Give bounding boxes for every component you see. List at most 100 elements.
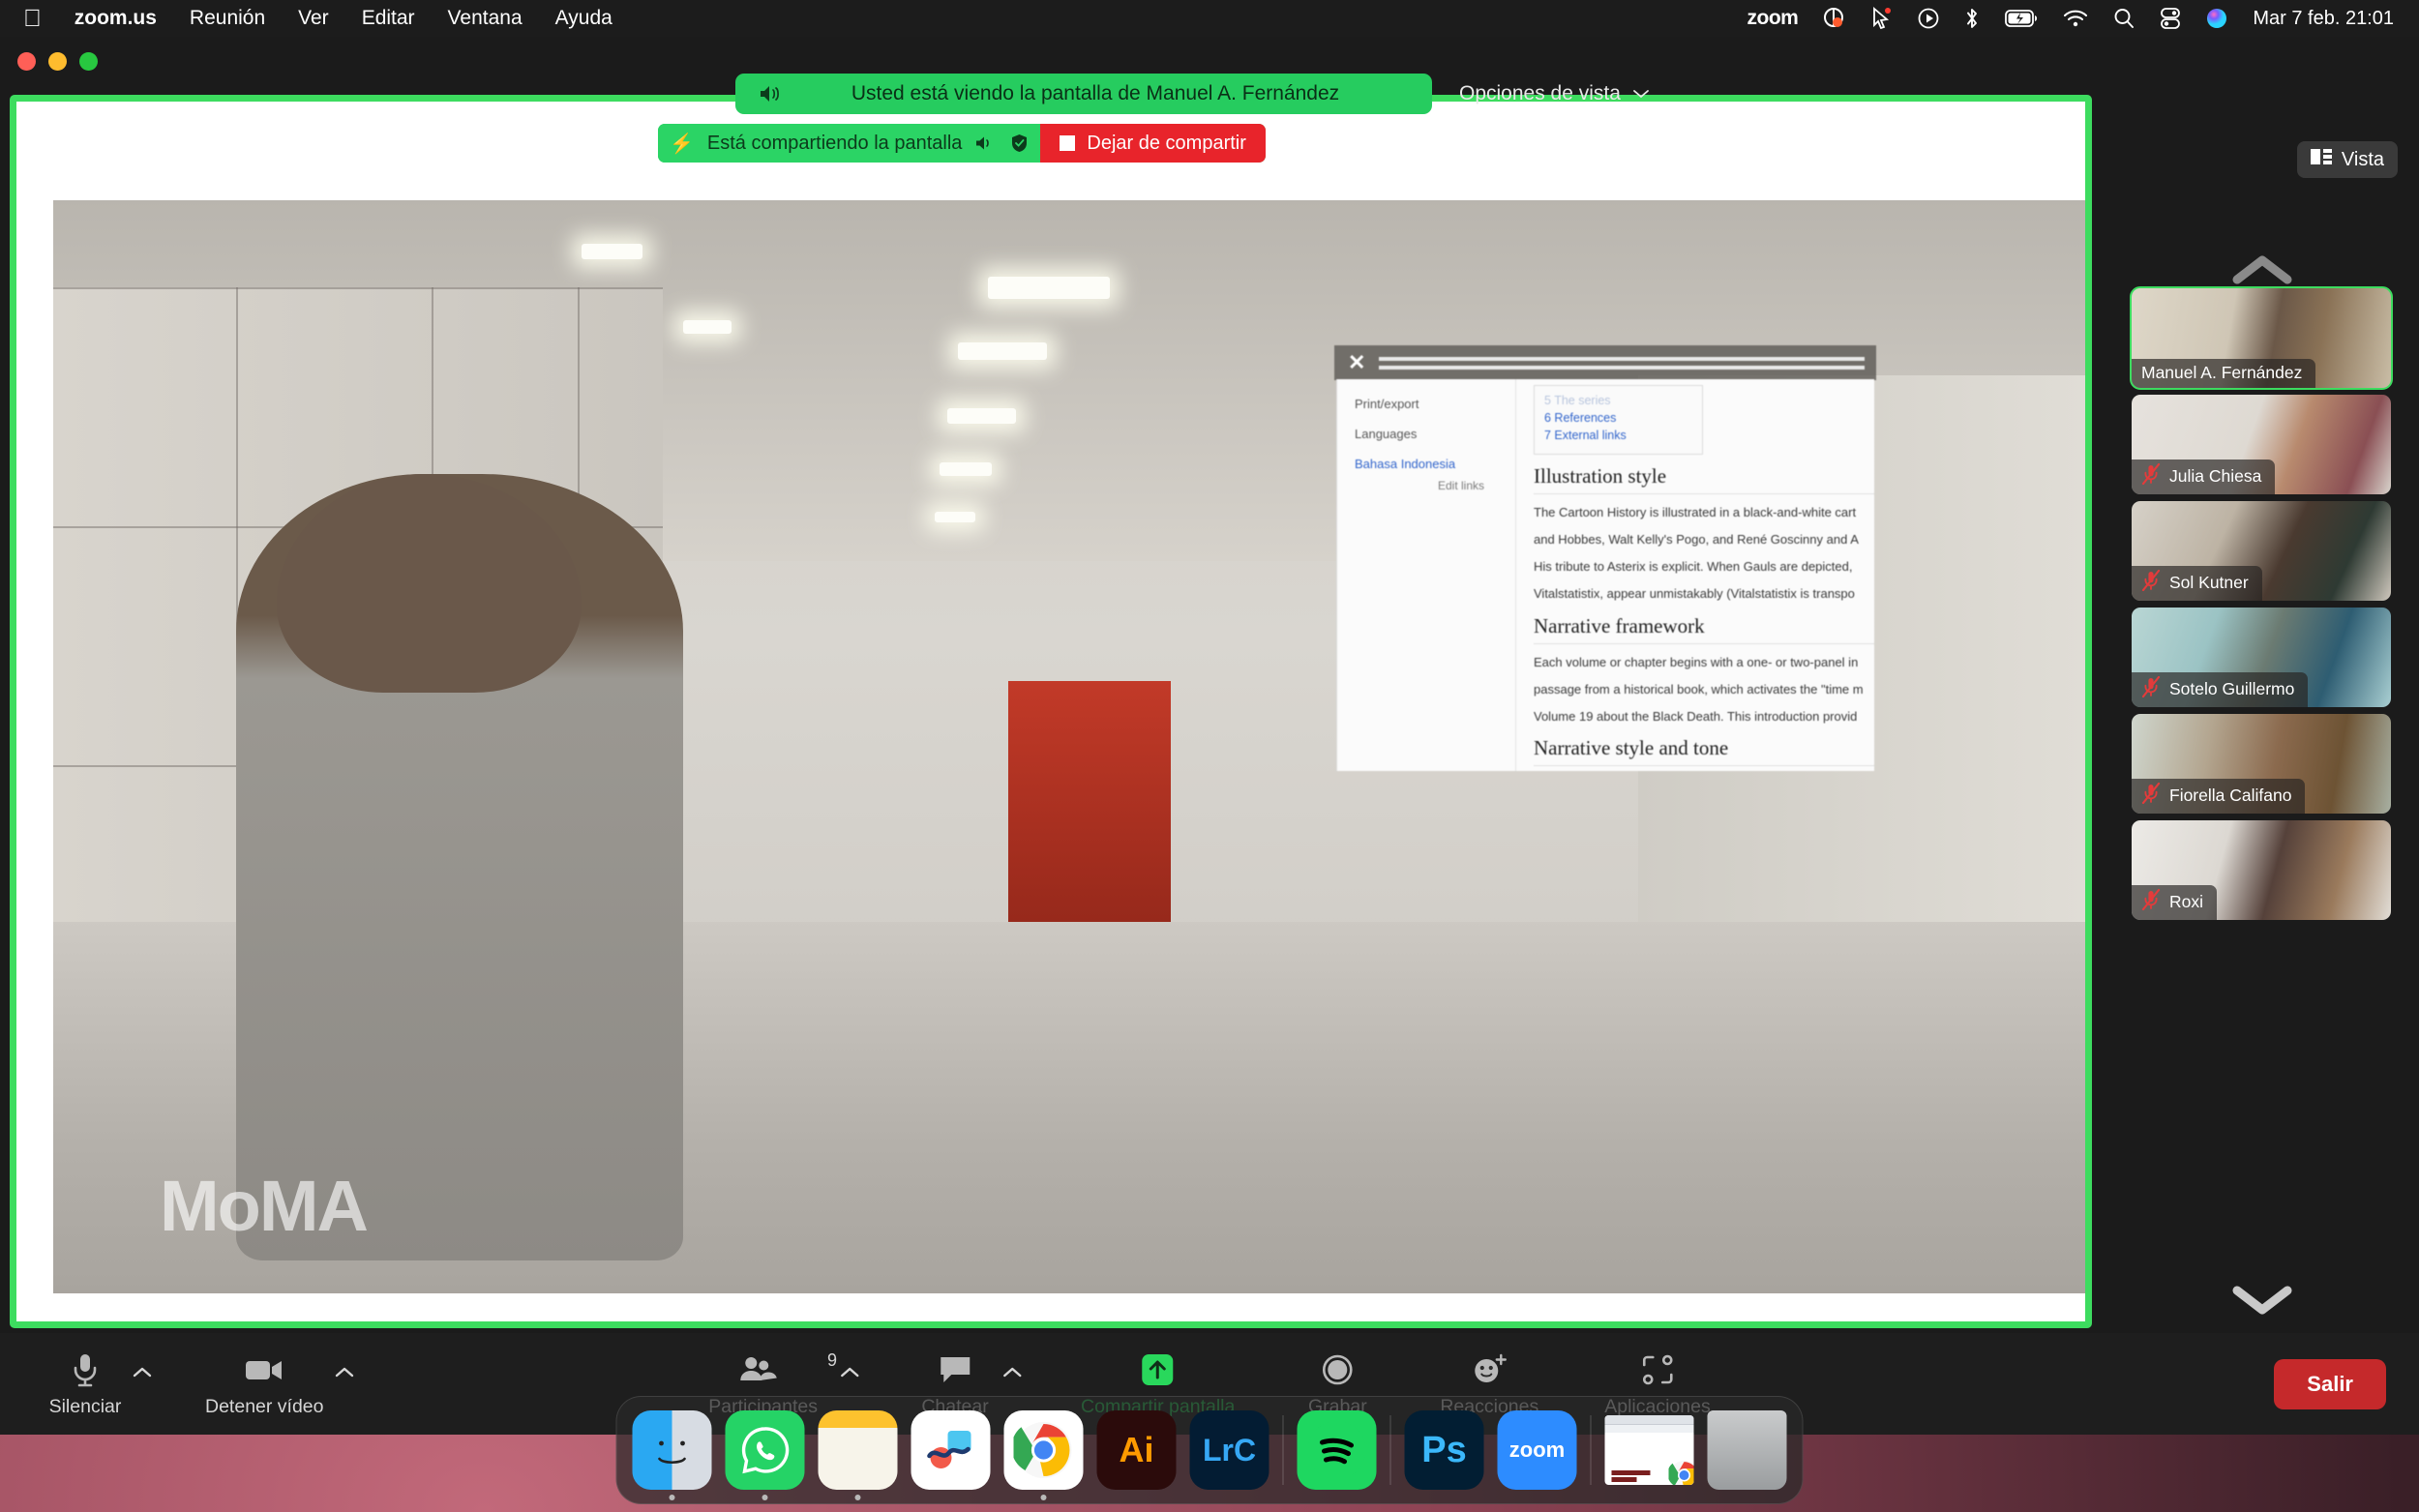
participant-name: Roxi bbox=[2169, 892, 2204, 911]
participant-tile[interactable]: Fiorella Califano bbox=[2132, 714, 2391, 814]
lightroom-icon[interactable]: LrC bbox=[1189, 1410, 1269, 1490]
wikipedia-overlay-window[interactable]: ✕ Print/export Languages Bahasa Indonesi… bbox=[1334, 345, 1876, 771]
bluetooth-icon[interactable] bbox=[1964, 7, 1980, 30]
siri-icon[interactable] bbox=[2206, 8, 2227, 29]
speaker-icon[interactable] bbox=[975, 134, 997, 152]
spotlight-search-icon[interactable] bbox=[2113, 8, 2135, 29]
photoshop-icon[interactable]: Ps bbox=[1404, 1410, 1484, 1490]
running-indicator bbox=[854, 1495, 861, 1500]
video-control-group[interactable]: Detener vídeo bbox=[197, 1350, 355, 1418]
control-center-icon[interactable] bbox=[2160, 7, 2181, 30]
participant-tile[interactable]: Roxi bbox=[2132, 820, 2391, 920]
participant-tile[interactable]: Sol Kutner bbox=[2132, 501, 2391, 601]
participants-options-chevron-icon[interactable] bbox=[839, 1364, 860, 1383]
stop-video-button[interactable]: Detener vídeo bbox=[197, 1350, 332, 1418]
running-indicator bbox=[669, 1495, 675, 1500]
section-heading: Narrative framework bbox=[1534, 614, 1874, 644]
dock-separator bbox=[1389, 1415, 1391, 1485]
sidebar-print-export[interactable]: Print/export bbox=[1355, 397, 1504, 411]
participant-name-bar: Roxi bbox=[2132, 885, 2218, 920]
sidebar-edit-links[interactable]: Edit links bbox=[1355, 479, 1504, 492]
scroll-up-chevron-icon[interactable] bbox=[2105, 254, 2419, 290]
shield-check-icon[interactable] bbox=[1010, 133, 1029, 153]
maximize-window-button[interactable] bbox=[79, 52, 98, 71]
spotify-icon[interactable] bbox=[1297, 1410, 1377, 1490]
notes-icon[interactable] bbox=[818, 1410, 898, 1500]
chrome-minimized-window[interactable] bbox=[1604, 1415, 1694, 1485]
participant-tile[interactable]: Manuel A. Fernández bbox=[2130, 286, 2393, 390]
ceiling-light bbox=[957, 341, 1047, 360]
layout-view-icon bbox=[2310, 148, 2332, 171]
menu-item-ver[interactable]: Ver bbox=[298, 7, 329, 30]
menu-item-zoom-us[interactable]: zoom.us bbox=[75, 7, 157, 30]
toc-entry[interactable]: 7 External links bbox=[1544, 429, 1692, 442]
video-options-chevron-icon[interactable] bbox=[334, 1364, 355, 1383]
reactions-icon bbox=[1471, 1350, 1508, 1389]
mute-button[interactable]: Silenciar bbox=[41, 1350, 130, 1418]
zoom-menubar-icon[interactable]: zoom bbox=[1747, 7, 1799, 30]
scroll-down-chevron-icon[interactable] bbox=[2105, 1285, 2419, 1320]
freeform-icon[interactable] bbox=[911, 1410, 991, 1490]
section-paragraph: Vitalstatistix, appear unmistakably (Vit… bbox=[1534, 586, 1855, 602]
close-window-button[interactable] bbox=[17, 52, 36, 71]
section-paragraph: and Hobbes, Walt Kelly's Pogo, and René … bbox=[1534, 532, 1859, 548]
finder-icon[interactable] bbox=[632, 1410, 712, 1500]
ceiling-light bbox=[683, 320, 732, 334]
bolt-icon: ⚡ bbox=[670, 133, 694, 155]
microphone-muted-icon bbox=[2141, 782, 2161, 809]
chrome-icon[interactable] bbox=[1003, 1410, 1084, 1500]
participants-icon bbox=[739, 1350, 788, 1389]
minimize-window-button[interactable] bbox=[48, 52, 67, 71]
participant-tile[interactable]: Julia Chiesa bbox=[2132, 395, 2391, 494]
participant-tile[interactable]: Sotelo Guillermo bbox=[2132, 608, 2391, 707]
window-traffic-lights[interactable] bbox=[17, 52, 98, 71]
wifi-icon[interactable] bbox=[2063, 9, 2088, 28]
apple-icon[interactable]:  bbox=[23, 6, 42, 31]
menu-item-reunion[interactable]: Reunión bbox=[190, 7, 265, 30]
macos-dock: Ai LrC Ps zoom bbox=[615, 1396, 1804, 1504]
dock-separator bbox=[1590, 1415, 1592, 1485]
menu-item-editar[interactable]: Editar bbox=[362, 7, 415, 30]
viewing-screen-text: Usted está viendo la pantalla de Manuel … bbox=[851, 82, 1340, 104]
mute-label: Silenciar bbox=[48, 1395, 122, 1417]
mute-options-chevron-icon[interactable] bbox=[132, 1364, 153, 1383]
menubar-clock[interactable]: Mar 7 feb. 21:01 bbox=[2253, 8, 2394, 30]
view-options-button[interactable]: Opciones de vista bbox=[1442, 74, 1667, 114]
wikipedia-article-body: Print/export Languages Bahasa Indonesia … bbox=[1336, 379, 1874, 771]
play-icon[interactable] bbox=[1918, 8, 1939, 29]
sidebar-language-item[interactable]: Bahasa Indonesia bbox=[1355, 457, 1504, 471]
participant-name-bar: Fiorella Califano bbox=[2132, 779, 2306, 814]
cursor-icon[interactable] bbox=[1871, 7, 1893, 30]
trash-icon[interactable] bbox=[1707, 1410, 1787, 1490]
view-layout-button[interactable]: Vista bbox=[2296, 141, 2398, 178]
sharing-status-toolbar[interactable]: ⚡ Está compartiendo la pantalla Dejar de… bbox=[658, 124, 1266, 163]
running-indicator bbox=[1040, 1495, 1047, 1500]
microphone-muted-icon bbox=[2141, 462, 2161, 489]
section-paragraph: Each volume or chapter begins with a one… bbox=[1534, 654, 1859, 669]
desktop: 50% 3000 px x 1998 px (300 ppp) bbox=[0, 0, 2419, 1512]
leave-meeting-button[interactable]: Salir bbox=[2274, 1358, 2386, 1409]
illustrator-icon[interactable]: Ai bbox=[1096, 1410, 1177, 1490]
view-layout-label: Vista bbox=[2341, 148, 2384, 170]
shared-screen-content: MoMA ✕ Print/export Languages Bahasa Ind… bbox=[16, 102, 2085, 1321]
participant-name: Sotelo Guillermo bbox=[2169, 679, 2295, 698]
whatsapp-icon[interactable] bbox=[725, 1410, 805, 1500]
battery-charging-icon[interactable] bbox=[2005, 9, 2038, 28]
cleanshot-icon[interactable] bbox=[1823, 7, 1846, 30]
toc-entry[interactable]: 6 References bbox=[1544, 411, 1692, 425]
menu-item-ayuda[interactable]: Ayuda bbox=[555, 7, 612, 30]
ceiling-light bbox=[582, 244, 642, 259]
shared-screen-frame: MoMA ✕ Print/export Languages Bahasa Ind… bbox=[10, 95, 2092, 1328]
zoom-icon[interactable]: zoom bbox=[1497, 1410, 1577, 1490]
menu-item-ventana[interactable]: Ventana bbox=[448, 7, 523, 30]
mute-control-group[interactable]: Silenciar bbox=[41, 1350, 153, 1418]
stop-sharing-button[interactable]: Dejar de compartir bbox=[1040, 124, 1266, 163]
chat-options-chevron-icon[interactable] bbox=[1001, 1364, 1023, 1383]
close-icon[interactable]: ✕ bbox=[1348, 350, 1365, 375]
section-paragraph: Volume 19 about the Black Death. This in… bbox=[1534, 708, 1858, 724]
sidebar-languages[interactable]: Languages bbox=[1355, 427, 1504, 441]
toc-entry[interactable]: 5 The series bbox=[1544, 394, 1692, 407]
record-icon bbox=[1321, 1350, 1354, 1389]
microphone-muted-icon bbox=[2141, 675, 2161, 702]
participant-name: Julia Chiesa bbox=[2169, 466, 2262, 486]
